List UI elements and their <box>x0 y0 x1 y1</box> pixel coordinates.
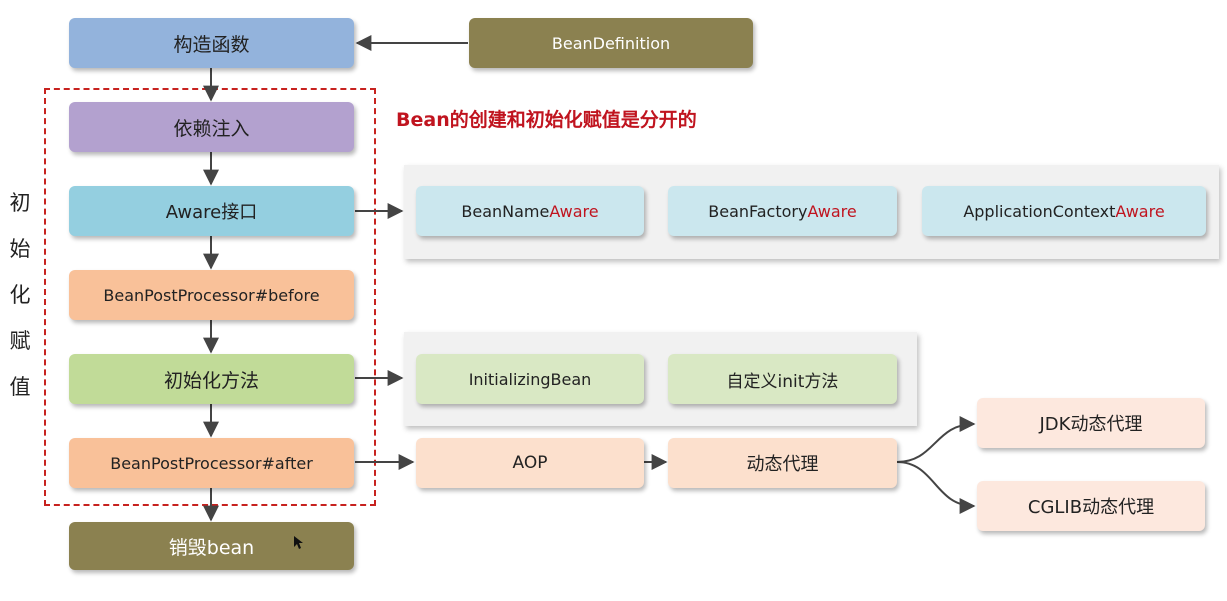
post-processor-before-label: BeanPostProcessor#before <box>103 285 320 305</box>
arrow-proxy-to-jdk <box>896 416 976 463</box>
init-method-label: 初始化方法 <box>163 369 259 392</box>
side-label-char: 初 <box>9 191 31 215</box>
mouse-cursor-icon <box>294 536 303 549</box>
jdk-proxy-label: JDK动态代理 <box>1039 414 1143 435</box>
dependency-injection-step: 依赖注入 <box>69 102 354 152</box>
constructor-step: 构造函数 <box>69 18 354 68</box>
cglib-proxy-label: CGLIB动态代理 <box>1027 497 1155 518</box>
aware-suffix: Aware <box>1115 201 1165 221</box>
application-context-aware-box: ApplicationContext Aware <box>922 186 1206 236</box>
arrow-proxy-to-cglib <box>896 461 976 514</box>
constructor-label: 构造函数 <box>173 33 250 56</box>
post-processor-after-label: BeanPostProcessor#after <box>110 453 313 473</box>
side-label-char: 赋 <box>9 329 31 353</box>
dynamic-proxy-box: 动态代理 <box>668 438 897 488</box>
bean-definition-label: BeanDefinition <box>551 33 671 53</box>
cglib-proxy-box: CGLIB动态代理 <box>977 481 1205 531</box>
aware-suffix: Aware <box>549 201 599 221</box>
aware-suffix: Aware <box>807 201 857 221</box>
post-processor-after-step: BeanPostProcessor#after <box>69 438 354 488</box>
aware-interface-label: Aware接口 <box>165 202 258 223</box>
destroy-bean-label: 销毁bean <box>168 536 255 559</box>
dynamic-proxy-label: 动态代理 <box>746 454 819 475</box>
aop-box: AOP <box>416 438 644 488</box>
bean-factory-aware-box: BeanFactory Aware <box>668 186 897 236</box>
dependency-injection-label: 依赖注入 <box>173 117 250 140</box>
destroy-bean-step: 销毁bean <box>69 522 354 570</box>
initializing-bean-box: InitializingBean <box>416 354 644 404</box>
aware-prefix: BeanName <box>461 201 550 221</box>
post-processor-before-step: BeanPostProcessor#before <box>69 270 354 320</box>
initialization-side-label: 初 始 化 赋 值 <box>8 180 32 410</box>
initializing-bean-label: InitializingBean <box>468 369 592 389</box>
side-label-char: 化 <box>9 283 31 307</box>
aware-prefix: BeanFactory <box>708 201 808 221</box>
custom-init-method-box: 自定义init方法 <box>668 354 897 404</box>
bean-definition-box: BeanDefinition <box>469 18 753 68</box>
aware-interface-step: Aware接口 <box>69 186 354 236</box>
aware-prefix: ApplicationContext <box>963 201 1116 221</box>
custom-init-method-label: 自定义init方法 <box>726 371 839 392</box>
side-label-char: 始 <box>9 237 31 261</box>
bean-name-aware-box: BeanName Aware <box>416 186 644 236</box>
side-label-char: 值 <box>9 375 31 399</box>
headline-note: Bean的创建和初始化赋值是分开的 <box>396 109 697 131</box>
jdk-proxy-box: JDK动态代理 <box>977 398 1205 448</box>
init-method-step: 初始化方法 <box>69 354 354 404</box>
aop-label: AOP <box>512 453 548 473</box>
